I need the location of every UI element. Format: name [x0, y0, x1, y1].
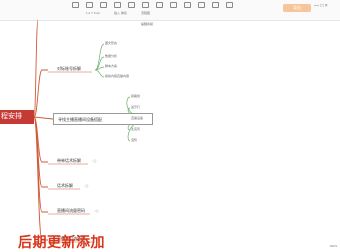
group1-child-2[interactable]: 数据分析	[105, 54, 117, 58]
update-banner: 后期更新添加	[18, 234, 105, 250]
group2-child-2[interactable]: 蓝牙灯	[131, 105, 140, 109]
group1-child-4[interactable]: 模拟内容直播内容	[105, 74, 129, 78]
root-node[interactable]: 程安排	[0, 110, 34, 124]
branch-1[interactable]: 带单话术拆解	[57, 158, 81, 164]
group2-child-1[interactable]: 铁路线	[131, 94, 140, 98]
group2-child-3[interactable]: 直播设备	[131, 116, 143, 120]
group2-child-4[interactable]: 麦克风	[131, 127, 140, 131]
group2-child-5[interactable]: 话筒	[131, 138, 137, 142]
branch-3[interactable]: 直播间流量密码	[57, 208, 85, 214]
audio-icon[interactable]: ◁)	[92, 158, 96, 163]
mindmap-connectors	[33, 19, 153, 243]
group1-child-3[interactable]: 脚本方案	[105, 64, 117, 68]
audio-icon[interactable]: ◁)	[84, 183, 88, 188]
branch-2[interactable]: 话术拆解	[57, 183, 73, 189]
group1-title[interactable]: 对标账号拆解	[57, 66, 81, 72]
audio-icon[interactable]: ◁)	[94, 208, 98, 213]
zoom-level[interactable]: 100%	[277, 244, 340, 252]
group1-child-1[interactable]: 图文形态	[105, 41, 117, 45]
